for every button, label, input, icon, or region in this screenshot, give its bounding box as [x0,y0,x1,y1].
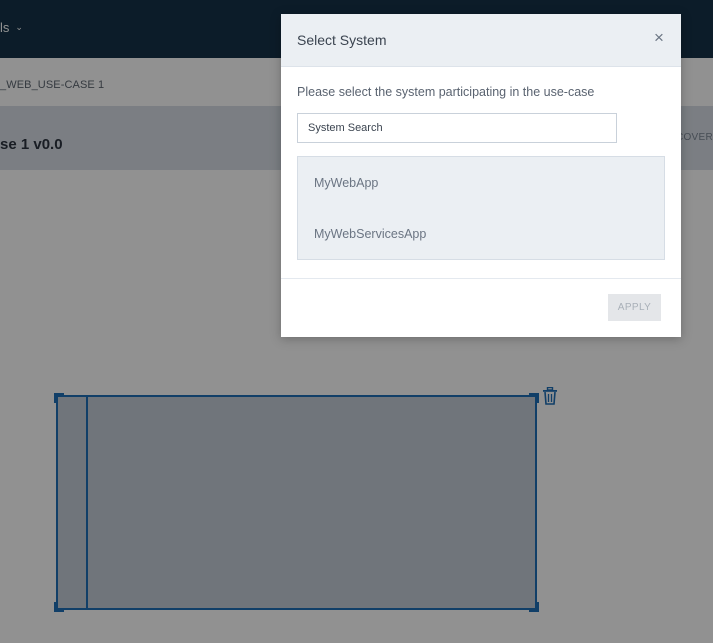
dialog-body: Please select the system participating i… [297,85,665,260]
dialog-header: Select System × [281,14,681,67]
close-icon[interactable]: × [651,28,667,48]
select-system-dialog: Select System × Please select the system… [281,14,681,337]
dialog-instructions: Please select the system participating i… [297,85,595,99]
list-item-mywebapp[interactable]: MyWebApp [298,165,664,216]
apply-button[interactable]: APPLY [608,294,661,321]
dialog-footer-divider [281,278,681,279]
system-search-input[interactable] [297,113,617,143]
dialog-title: Select System [297,32,387,48]
system-list: MyWebApp MyWebServicesApp [297,156,665,260]
list-item-mywebservicesapp[interactable]: MyWebServicesApp [298,216,664,267]
